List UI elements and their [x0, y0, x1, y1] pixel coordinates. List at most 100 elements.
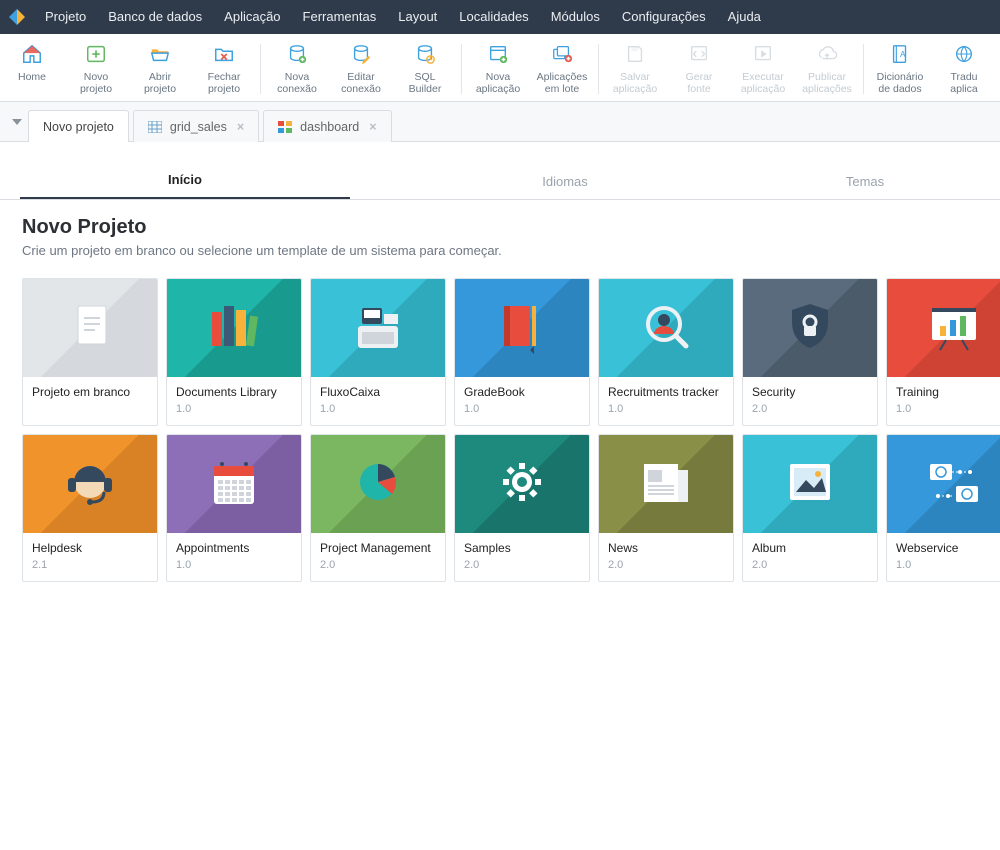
- nova-conexao-icon: [286, 40, 308, 68]
- menu-item-projeto[interactable]: Projeto: [34, 0, 97, 34]
- toolbar-fechar-projeto-button[interactable]: Fechar projeto: [192, 38, 256, 98]
- dash-icon: [278, 121, 292, 133]
- toolbar-executar-aplicacao-button: Executar aplicação: [731, 38, 795, 98]
- card-body: News2.0: [599, 533, 733, 581]
- toolbar-nova-aplicacao-button[interactable]: Nova aplicação: [466, 38, 530, 98]
- menu-item-banco-de-dados[interactable]: Banco de dados: [97, 0, 213, 34]
- card-version: 1.0: [896, 559, 1000, 571]
- menu-item-ferramentas[interactable]: Ferramentas: [292, 0, 388, 34]
- magnify-user-icon: [630, 296, 702, 361]
- template-card-project-management[interactable]: Project Management 2.0: [310, 434, 446, 582]
- toolbar-nova-conexao-button[interactable]: Nova conexão: [265, 38, 329, 98]
- menu-items: ProjetoBanco de dadosAplicaçãoFerramenta…: [34, 0, 772, 34]
- card-body: Project Management 2.0: [311, 533, 445, 581]
- fechar-projeto-icon: [213, 40, 235, 68]
- tab-novo-projeto[interactable]: Novo projeto: [28, 110, 129, 142]
- template-card-projeto-em-branco[interactable]: Projeto em branco: [22, 278, 158, 426]
- card-thumbnail: [167, 279, 301, 377]
- tab-label: Novo projeto: [43, 120, 114, 134]
- toolbar-home-button[interactable]: Home: [0, 38, 64, 98]
- toolbar-editar-conexao-button[interactable]: Editar conexão: [329, 38, 393, 98]
- card-thumbnail: [887, 279, 1000, 377]
- menu-item-ajuda[interactable]: Ajuda: [717, 0, 772, 34]
- gear-icon: [486, 452, 558, 517]
- toolbar-novo-projeto-button[interactable]: Novo projeto: [64, 38, 128, 98]
- template-card-webservice[interactable]: Webservice 1.0: [886, 434, 1000, 582]
- template-card-album[interactable]: Album2.0: [742, 434, 878, 582]
- template-card-news[interactable]: News2.0: [598, 434, 734, 582]
- card-thumbnail: [743, 279, 877, 377]
- app-logo-icon: [0, 0, 34, 34]
- menu-item-módulos[interactable]: Módulos: [540, 0, 611, 34]
- toolbar-button-label: Publicar aplicações: [802, 71, 852, 95]
- template-card-training[interactable]: Training1.0: [886, 278, 1000, 426]
- shield-icon: [774, 296, 846, 361]
- card-thumbnail: [599, 435, 733, 533]
- template-card-documents-library[interactable]: Documents Library1.0: [166, 278, 302, 426]
- dicionario-de-dados-icon: A: [889, 40, 911, 68]
- menu-item-aplicação[interactable]: Aplicação: [213, 0, 291, 34]
- template-card-recruitments-tracker[interactable]: Recruitments tracker1.0: [598, 278, 734, 426]
- card-body: GradeBook 1.0: [455, 377, 589, 425]
- card-thumbnail: [167, 435, 301, 533]
- tab-grid-sales[interactable]: grid_sales×: [133, 110, 259, 142]
- toolbar-button-label: Editar conexão: [341, 71, 381, 95]
- toolbar-aplicacoes-em-lote-button[interactable]: Aplicações em lote: [530, 38, 594, 98]
- card-title: Webservice: [896, 541, 1000, 555]
- abrir-projeto-icon: [149, 40, 171, 68]
- card-body: Samples2.0: [455, 533, 589, 581]
- toolbar-button-label: Salvar aplicação: [613, 71, 657, 95]
- tabs-dropdown-icon[interactable]: [6, 102, 28, 141]
- inner-tab-idiomas[interactable]: Idiomas: [350, 164, 780, 199]
- card-version: 2.1: [32, 559, 148, 571]
- tab-dashboard[interactable]: dashboard×: [263, 110, 391, 142]
- template-cards-grid: Projeto em brancoDocuments Library1.0Flu…: [0, 266, 1000, 594]
- card-body: Projeto em branco: [23, 377, 157, 409]
- svg-text:A: A: [900, 50, 906, 59]
- inner-tab-início[interactable]: Início: [20, 162, 350, 199]
- card-version: 1.0: [320, 403, 436, 415]
- section-heading: Novo Projeto Crie um projeto em branco o…: [0, 200, 1000, 266]
- toolbar-sql-builder-button[interactable]: SQL Builder: [393, 38, 457, 98]
- template-card-helpdesk[interactable]: Helpdesk2.1: [22, 434, 158, 582]
- toolbar-button-label: Abrir projeto: [144, 71, 176, 95]
- toolbar-separator: [863, 44, 864, 94]
- card-version: 1.0: [608, 403, 724, 415]
- toolbar-button-label: Executar aplicação: [741, 71, 785, 95]
- toolbar-abrir-projeto-button[interactable]: Abrir projeto: [128, 38, 192, 98]
- menu-item-localidades[interactable]: Localidades: [448, 0, 539, 34]
- menu-item-configurações[interactable]: Configurações: [611, 0, 717, 34]
- template-card-appointments[interactable]: Appointments1.0: [166, 434, 302, 582]
- books-icon: [198, 296, 270, 361]
- inner-tab-temas[interactable]: Temas: [780, 164, 950, 199]
- card-title: Security: [752, 385, 868, 399]
- toolbar-dicionario-de-dados-button[interactable]: ADicionário de dados: [868, 38, 932, 98]
- card-thumbnail: [455, 435, 589, 533]
- close-icon[interactable]: ×: [237, 120, 244, 134]
- card-title: Project Management: [320, 541, 436, 555]
- card-version: 1.0: [176, 403, 292, 415]
- toolbar-traduzir-aplicacoes-button[interactable]: Tradu aplica: [932, 38, 996, 98]
- card-title: GradeBook: [464, 385, 580, 399]
- picture-icon: [774, 452, 846, 517]
- template-card-fluxocaixa[interactable]: FluxoCaixa 1.0: [310, 278, 446, 426]
- card-body: FluxoCaixa 1.0: [311, 377, 445, 425]
- card-title: FluxoCaixa: [320, 385, 436, 399]
- novo-projeto-icon: [85, 40, 107, 68]
- template-card-gradebook[interactable]: GradeBook 1.0: [454, 278, 590, 426]
- toolbar-button-label: Novo projeto: [80, 71, 112, 95]
- template-card-security[interactable]: Security2.0: [742, 278, 878, 426]
- traduzir-aplicacoes-icon: [953, 40, 975, 68]
- card-thumbnail: [311, 435, 445, 533]
- card-body: Training1.0: [887, 377, 1000, 425]
- toolbar-button-label: Nova conexão: [277, 71, 317, 95]
- card-version: 1.0: [464, 403, 580, 415]
- menu-item-layout[interactable]: Layout: [387, 0, 448, 34]
- nova-aplicacao-icon: [487, 40, 509, 68]
- card-thumbnail: [455, 279, 589, 377]
- template-card-samples[interactable]: Samples2.0: [454, 434, 590, 582]
- gerar-fonte-icon: [688, 40, 710, 68]
- close-icon[interactable]: ×: [369, 120, 376, 134]
- card-version: 2.0: [320, 559, 436, 571]
- card-title: Training: [896, 385, 1000, 399]
